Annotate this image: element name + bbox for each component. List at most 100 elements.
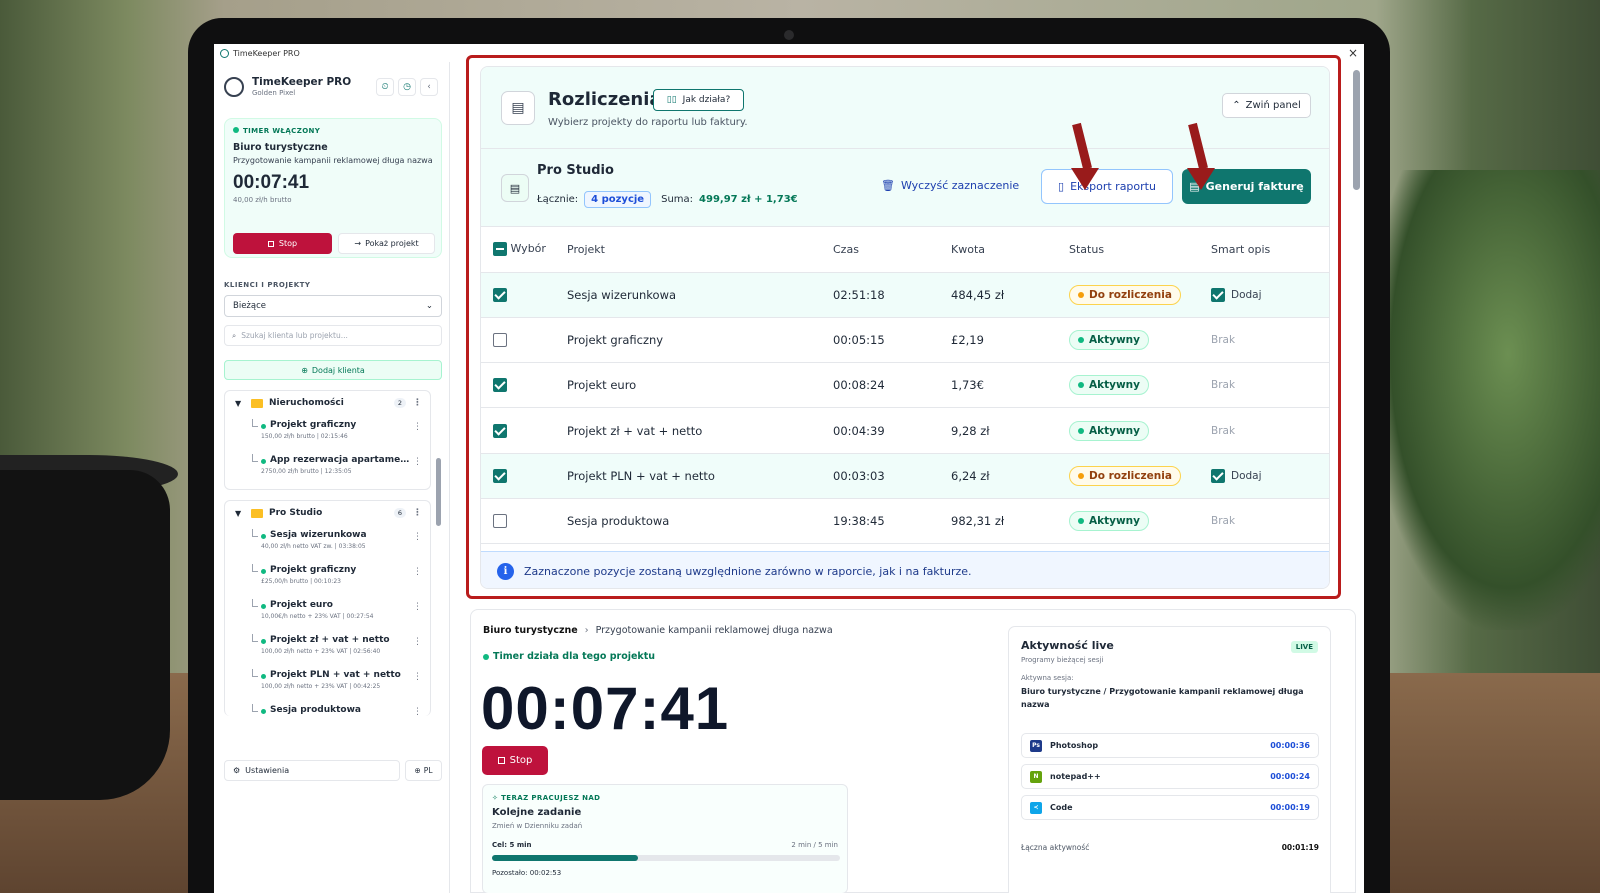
status-dot-icon	[1078, 427, 1084, 434]
table-row[interactable]: Sesja produktowa 19:38:45 982,31 zł Aktywny…	[481, 498, 1329, 545]
coffee-mug	[0, 470, 170, 800]
cell-select[interactable]	[481, 453, 567, 499]
table-row[interactable]: Projekt PLN + vat + netto 00:03:03 6,24 zł…	[481, 453, 1329, 499]
smart-desc[interactable]: Dodaj	[1211, 287, 1329, 302]
timer-icon[interactable]: ⏲	[376, 78, 394, 96]
running-status: Timer działa dla tego projektu	[483, 651, 655, 662]
more-icon[interactable]: ⋮	[413, 672, 422, 682]
more-icon[interactable]: ⋮	[413, 422, 422, 432]
status-label: Aktywny	[1089, 424, 1140, 437]
status-badge: Do rozliczenia	[1069, 465, 1181, 486]
focus-goal: Cel: 5 min	[492, 841, 532, 849]
stop-button[interactable]: Stop	[233, 233, 332, 254]
col-select[interactable]: Wybór	[481, 227, 567, 273]
smart-desc: Brak	[1211, 333, 1236, 346]
project-name: App rezerwacja apartame...	[270, 455, 410, 465]
smart-desc[interactable]: Dodaj	[1211, 468, 1329, 483]
chevron-down-icon[interactable]: ▼	[235, 399, 241, 408]
main-scrollbar[interactable]	[1353, 70, 1360, 190]
app-activity-row: ≺ Code 00:00:19	[1021, 795, 1319, 820]
row-checkbox[interactable]	[493, 378, 507, 393]
smart-checkbox[interactable]	[1211, 287, 1225, 302]
session-stop-button[interactable]: Stop	[482, 746, 548, 775]
history-icon[interactable]: ◷	[398, 78, 416, 96]
cell-time: 02:51:18	[833, 272, 951, 318]
app-time: 00:00:36	[1270, 741, 1310, 750]
project-item[interactable]: Projekt graficzny 150,00 zł/h brutto | 02…	[225, 415, 430, 450]
smart-desc: Brak	[1211, 424, 1236, 437]
section-label: KLIENCI I PROJEKTY	[224, 281, 311, 289]
photoshop-icon: Ps	[1030, 739, 1042, 752]
project-meta: 10,00€/h netto + 23% VAT | 00:27:54	[261, 613, 374, 620]
collapse-sidebar-icon[interactable]: ‹	[420, 78, 438, 96]
more-icon[interactable]: ⋮	[413, 602, 422, 612]
gear-icon: ⚙	[233, 766, 241, 775]
more-icon[interactable]: ⋮	[413, 532, 422, 542]
project-item[interactable]: Sesja produktowa ⋮	[225, 700, 430, 716]
cell-select[interactable]	[481, 272, 567, 318]
more-icon[interactable]: ⋮	[413, 707, 422, 716]
collapse-panel-button[interactable]: ⌃ Zwiń panel	[1222, 93, 1311, 118]
project-item[interactable]: Projekt zł + vat + netto 100,00 zł/h nett…	[225, 630, 430, 665]
filter-select[interactable]: Bieżące ⌄	[224, 295, 442, 317]
row-checkbox[interactable]	[493, 287, 507, 302]
cell-select[interactable]	[481, 317, 567, 364]
project-item[interactable]: Projekt graficzny £25,00/h brutto | 00:10…	[225, 560, 430, 595]
settings-button[interactable]: ⚙ Ustawienia	[224, 760, 400, 781]
app-time: 00:00:19	[1270, 803, 1310, 812]
group-header[interactable]: ▼ Nieruchomości 2 ⋮	[225, 391, 430, 415]
project-meta: 100,00 zł/h netto + 23% VAT | 00:42:25	[261, 683, 381, 690]
more-icon[interactable]: ⋮	[413, 637, 422, 647]
col-select-label: Wybór	[510, 242, 546, 256]
row-checkbox[interactable]	[493, 469, 507, 484]
project-item[interactable]: Sesja wizerunkowa 40,00 zł/h netto VAT zw…	[225, 525, 430, 560]
cell-select[interactable]	[481, 407, 567, 454]
search-input[interactable]: ⌕ Szukaj klienta lub projektu...	[224, 325, 442, 346]
row-checkbox[interactable]	[493, 423, 507, 438]
row-checkbox[interactable]	[493, 514, 507, 529]
tree-branch	[252, 419, 258, 427]
total-label: Łącznie:	[537, 194, 579, 205]
more-icon[interactable]: ⋮	[413, 508, 422, 518]
project-item[interactable]: Projekt PLN + vat + netto 100,00 zł/h net…	[225, 665, 430, 700]
brand: TimeKeeper PRO Golden Pixel	[224, 76, 351, 97]
stop-square-icon	[267, 240, 274, 247]
tree-branch	[252, 599, 258, 607]
show-project-button[interactable]: → Pokaż projekt	[338, 233, 435, 254]
cell-select[interactable]	[481, 362, 567, 409]
clear-selection-button[interactable]: 🗑 Wyczyść zaznaczenie	[881, 179, 1019, 192]
document-icon: ▤	[501, 91, 535, 125]
focus-remaining: Pozostało: 00:02:53	[492, 869, 562, 877]
focus-sub[interactable]: Zmień w Dzienniku zadań	[492, 822, 838, 830]
more-icon[interactable]: ⋮	[413, 567, 422, 577]
language-button[interactable]: ⊕ PL	[405, 760, 442, 781]
live-badge: LIVE	[1290, 641, 1318, 653]
table-row[interactable]: Projekt graficzny 00:05:15 £2,19 Aktywny Bra…	[481, 317, 1329, 364]
more-icon[interactable]: ⋮	[413, 457, 422, 467]
add-client-button[interactable]: ⊕ Dodaj klienta	[224, 360, 442, 380]
breadcrumb-task: Przygotowanie kampanii reklamowej długa …	[595, 625, 833, 636]
session-timer: 00:07:41	[481, 675, 730, 742]
row-checkbox[interactable]	[493, 333, 507, 348]
target-icon: ✧	[492, 794, 502, 802]
smart-checkbox[interactable]	[1211, 468, 1225, 483]
breadcrumb-client[interactable]: Biuro turystyczne	[483, 625, 578, 636]
project-item[interactable]: Projekt euro 10,00€/h netto + 23% VAT | 0…	[225, 595, 430, 630]
tree-branch	[252, 564, 258, 572]
table-row[interactable]: Projekt zł + vat + netto 00:04:39 9,28 zł A…	[481, 407, 1329, 454]
project-name: Sesja produktowa	[270, 705, 362, 715]
group-header[interactable]: ▼ Pro Studio 6 ⋮	[225, 501, 430, 525]
project-item[interactable]: App rezerwacja apartame... 2750,00 zł/h b…	[225, 450, 430, 485]
table-row[interactable]: Sesja wizerunkowa 02:51:18 484,45 zł Do roz…	[481, 272, 1329, 318]
export-report-button[interactable]: ▯ Eksport raportu	[1041, 169, 1173, 204]
close-icon[interactable]: ×	[1348, 46, 1358, 60]
more-icon[interactable]: ⋮	[413, 398, 422, 408]
sidebar-scrollbar[interactable]	[436, 458, 441, 526]
select-all-checkbox[interactable]	[493, 242, 507, 257]
help-button[interactable]: ▯▯ Jak działa?	[653, 89, 744, 111]
cell-select[interactable]	[481, 498, 567, 545]
cell-project: Sesja wizerunkowa	[567, 272, 833, 318]
chevron-down-icon[interactable]: ▼	[235, 509, 241, 518]
table-row[interactable]: Projekt euro 00:08:24 1,73€ Aktywny Brak	[481, 362, 1329, 409]
col-amount: Kwota	[951, 227, 1069, 273]
